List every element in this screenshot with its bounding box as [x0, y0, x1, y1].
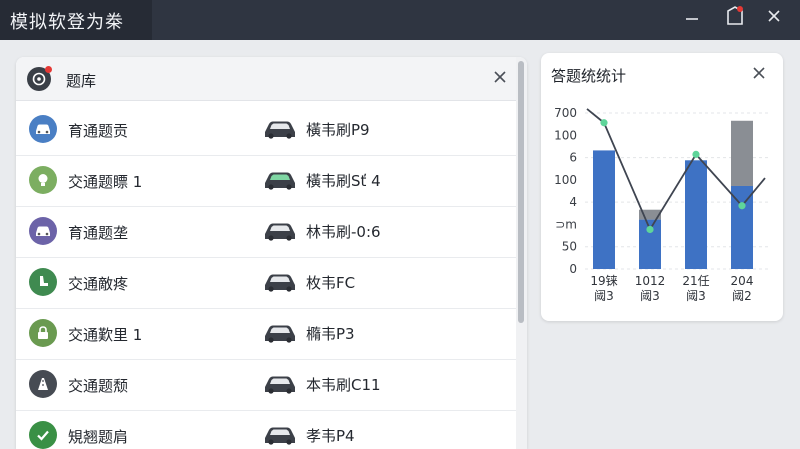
x-tick-label: 阈3 — [640, 288, 660, 303]
window-title: 模拟软登为桊 — [10, 12, 124, 33]
maximize-button[interactable] — [721, 4, 749, 28]
panel-header: 题库 — [16, 57, 527, 101]
list-item[interactable]: 交通题颓 本韦刷C11 — [16, 360, 516, 411]
panel-title: 题库 — [66, 72, 97, 90]
data-point — [692, 150, 700, 158]
x-tick-label: 1012 — [635, 274, 666, 288]
list-item[interactable]: 育通题贡 橫韦刷P9 — [16, 105, 516, 156]
item-detail: 枚韦FC — [306, 274, 356, 292]
statistics-title: 答题统统计 — [551, 67, 627, 85]
item-detail: 林韦刷-0:6 — [306, 223, 381, 241]
item-title: 交通题瞟 1 — [68, 173, 143, 191]
y-tick-label: 6 — [569, 151, 577, 165]
bulb-icon — [29, 166, 57, 194]
data-point — [738, 202, 746, 210]
scroll-thumb[interactable] — [518, 61, 524, 323]
car-icon — [29, 115, 57, 143]
y-tick-label: 700 — [554, 106, 577, 120]
list-item[interactable]: 交通题瞟 1 橫韦刷Sť 4 — [16, 156, 516, 207]
y-tick-label: 0 — [569, 262, 577, 276]
list-item[interactable]: 交通敵疼 枚韦FC — [16, 258, 516, 309]
close-icon — [494, 71, 506, 83]
statistics-chart: 70010061004⊃m50019铼阈31012阈321任阈3204阈2 — [554, 106, 769, 303]
vehicle-icon — [265, 223, 295, 241]
vehicle-icon — [265, 427, 295, 445]
y-tick-label: 50 — [562, 240, 577, 254]
car-icon — [29, 217, 57, 245]
x-tick-label: 21任 — [682, 274, 709, 288]
list-item[interactable]: 交通歎里 1 橢韦P3 — [16, 309, 516, 360]
x-tick-label: 19铼 — [590, 274, 617, 288]
question-list: 育通题贡 橫韦刷P9 交通题瞟 1 橫韦刷Sť 4 育通题垄 林韦刷-0:6 交… — [16, 105, 516, 449]
item-title: 交通题颓 — [68, 377, 129, 395]
notification-dot — [45, 66, 52, 73]
seat-icon — [29, 268, 57, 296]
maximize-icon — [727, 6, 743, 25]
item-title: 育通题贡 — [68, 122, 129, 140]
check-icon — [29, 421, 57, 449]
statistics-panel: 答题统统计 700 100 6 100 4 ⊃m 50 0 19铼 阈3 1012 阈3 21任 阈3 20… — [541, 53, 783, 321]
bar — [731, 120, 753, 186]
x-tick-label: 204 — [731, 274, 754, 288]
item-detail: 本韦刷C11 — [306, 376, 381, 394]
data-point — [646, 225, 654, 234]
item-title: 䂓翘题肩 — [68, 428, 129, 446]
vehicle-icon — [265, 325, 295, 343]
y-tick-label: 100 — [554, 128, 577, 142]
y-tick-label: 100 — [554, 173, 577, 187]
vehicle-icon — [265, 121, 295, 139]
vehicle-icon — [265, 274, 295, 292]
minimize-icon — [686, 18, 698, 20]
y-tick-label: ⊃m — [555, 217, 577, 231]
question-bank-panel: 题库 育通题贡 橫韦刷P9 交通题瞟 1 橫韦刷Sť 4 育通题垄 林韦刷-0:… — [16, 57, 527, 449]
bar — [593, 150, 615, 269]
title-bar: 模拟软登为桊 — [0, 0, 800, 40]
scrollbar[interactable] — [516, 57, 527, 449]
item-detail: 橫韦刷P9 — [306, 121, 370, 139]
data-point — [600, 119, 608, 127]
close-icon — [768, 10, 780, 22]
x-tick-label: 阈2 — [732, 288, 752, 303]
lock-icon — [29, 319, 57, 347]
x-tick-label: 阈3 — [686, 288, 706, 303]
list-item[interactable]: 䂓翘题肩 孝韦P4 — [16, 411, 516, 449]
vehicle-icon — [265, 172, 295, 190]
item-title: 交通歎里 1 — [68, 326, 143, 344]
item-detail: 橢韦P3 — [306, 325, 355, 343]
minimize-button[interactable] — [678, 4, 706, 28]
statistics-close-button[interactable] — [749, 63, 769, 83]
x-tick-label: 阈3 — [594, 288, 614, 303]
close-window-button[interactable] — [760, 4, 788, 28]
item-detail: 孝韦P4 — [306, 427, 355, 445]
y-tick-label: 4 — [569, 195, 577, 209]
vehicle-icon — [265, 376, 295, 394]
question-bank-icon — [27, 66, 52, 91]
close-icon — [753, 67, 765, 79]
item-title: 交通敵疼 — [68, 275, 129, 293]
road-icon — [29, 370, 57, 398]
bar — [685, 160, 707, 269]
panel-close-button[interactable] — [490, 67, 510, 87]
list-item[interactable]: 育通题垄 林韦刷-0:6 — [16, 207, 516, 258]
item-title: 育通题垄 — [68, 224, 129, 242]
item-detail: 橫韦刷Sť 4 — [306, 172, 381, 190]
